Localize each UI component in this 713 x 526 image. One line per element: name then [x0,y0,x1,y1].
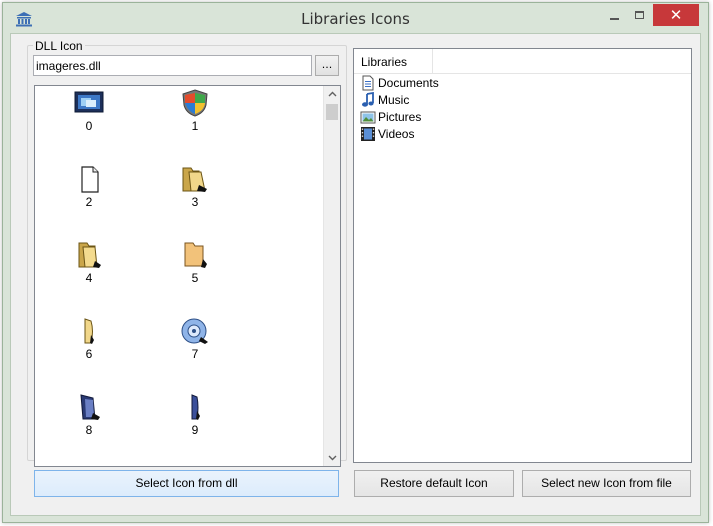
close-button[interactable]: ✕ [653,4,699,26]
chevron-down-icon [328,455,337,461]
icon-item-6[interactable]: 6 [59,317,119,377]
library-item-label: Documents [378,76,439,90]
dll-path-input[interactable]: imageres.dll [33,55,312,76]
disc-drive-icon [181,318,208,344]
maximize-icon [635,11,644,19]
dark-folder-icon [80,394,100,420]
monitor-icon [74,91,104,113]
icon-index-label: 0 [85,119,93,133]
library-item-label: Pictures [378,110,422,124]
close-icon: ✕ [669,6,683,24]
icon-index-label: 5 [191,271,199,285]
select-icon-from-dll-button[interactable]: Select Icon from dll [34,470,339,497]
icon-item-3[interactable]: 3 [165,165,225,225]
icon-item-2[interactable]: 2 [59,165,119,225]
libraries-header: Libraries [354,49,691,74]
icon-index-label: 1 [191,119,199,133]
library-item-label: Videos [378,127,415,141]
browse-dll-button[interactable]: ... [315,55,339,76]
music-note-icon [362,92,374,107]
folder-closed-icon [184,242,207,268]
icon-item-8[interactable]: 8 [59,393,119,453]
scroll-up-button[interactable] [324,86,340,103]
icon-item-0[interactable]: 0 [59,89,119,149]
main-window: Libraries Icons ✕ DLL Icon imageres.dll … [2,2,709,523]
icon-index-label: 7 [191,347,199,361]
icon-index-label: 6 [85,347,93,361]
libraries-tree[interactable]: Libraries Documents Music Pictures Video… [353,48,692,463]
dark-folder-side-icon [191,394,200,420]
icon-item-7[interactable]: 7 [165,317,225,377]
icon-index-label: 2 [85,195,93,209]
icon-index-label: 9 [191,423,199,437]
minimize-button[interactable] [603,4,626,26]
title-bar[interactable]: Libraries Icons ✕ [3,3,708,33]
libraries-column-header[interactable]: Libraries [354,49,433,74]
folder-side-icon [84,318,94,344]
chevron-up-icon [328,91,337,97]
icon-list-scrollbar[interactable] [323,86,340,466]
icon-index-label: 4 [85,271,93,285]
pictures-icon [360,111,376,124]
icon-item-9[interactable]: 9 [165,393,225,453]
folder-icon [78,242,101,268]
icon-index-label: 8 [85,423,93,437]
library-item-label: Music [378,93,410,107]
film-strip-icon [361,127,375,141]
restore-default-icon-button[interactable]: Restore default Icon [354,470,514,497]
client-area: DLL Icon imageres.dll ... 0 1 2 3 4 5 6 … [10,33,701,516]
scroll-down-button[interactable] [324,449,340,466]
minimize-icon [610,18,619,20]
scroll-thumb[interactable] [326,104,338,120]
blank-document-icon [81,166,99,193]
dll-icon-group: DLL Icon imageres.dll ... 0 1 2 3 4 5 6 … [27,39,347,467]
select-icon-from-file-button[interactable]: Select new Icon from file [522,470,691,497]
dll-icon-list[interactable]: 0 1 2 3 4 5 6 7 8 9 [34,85,341,467]
documents-icon [362,75,374,91]
icon-item-1[interactable]: 1 [165,89,225,149]
folder-open-icon [182,167,207,192]
maximize-button[interactable] [628,4,651,26]
icon-item-4[interactable]: 4 [59,241,119,301]
security-shield-icon [182,89,208,117]
dll-icon-legend: DLL Icon [33,39,85,53]
icon-item-5[interactable]: 5 [165,241,225,301]
icon-index-label: 3 [191,195,199,209]
